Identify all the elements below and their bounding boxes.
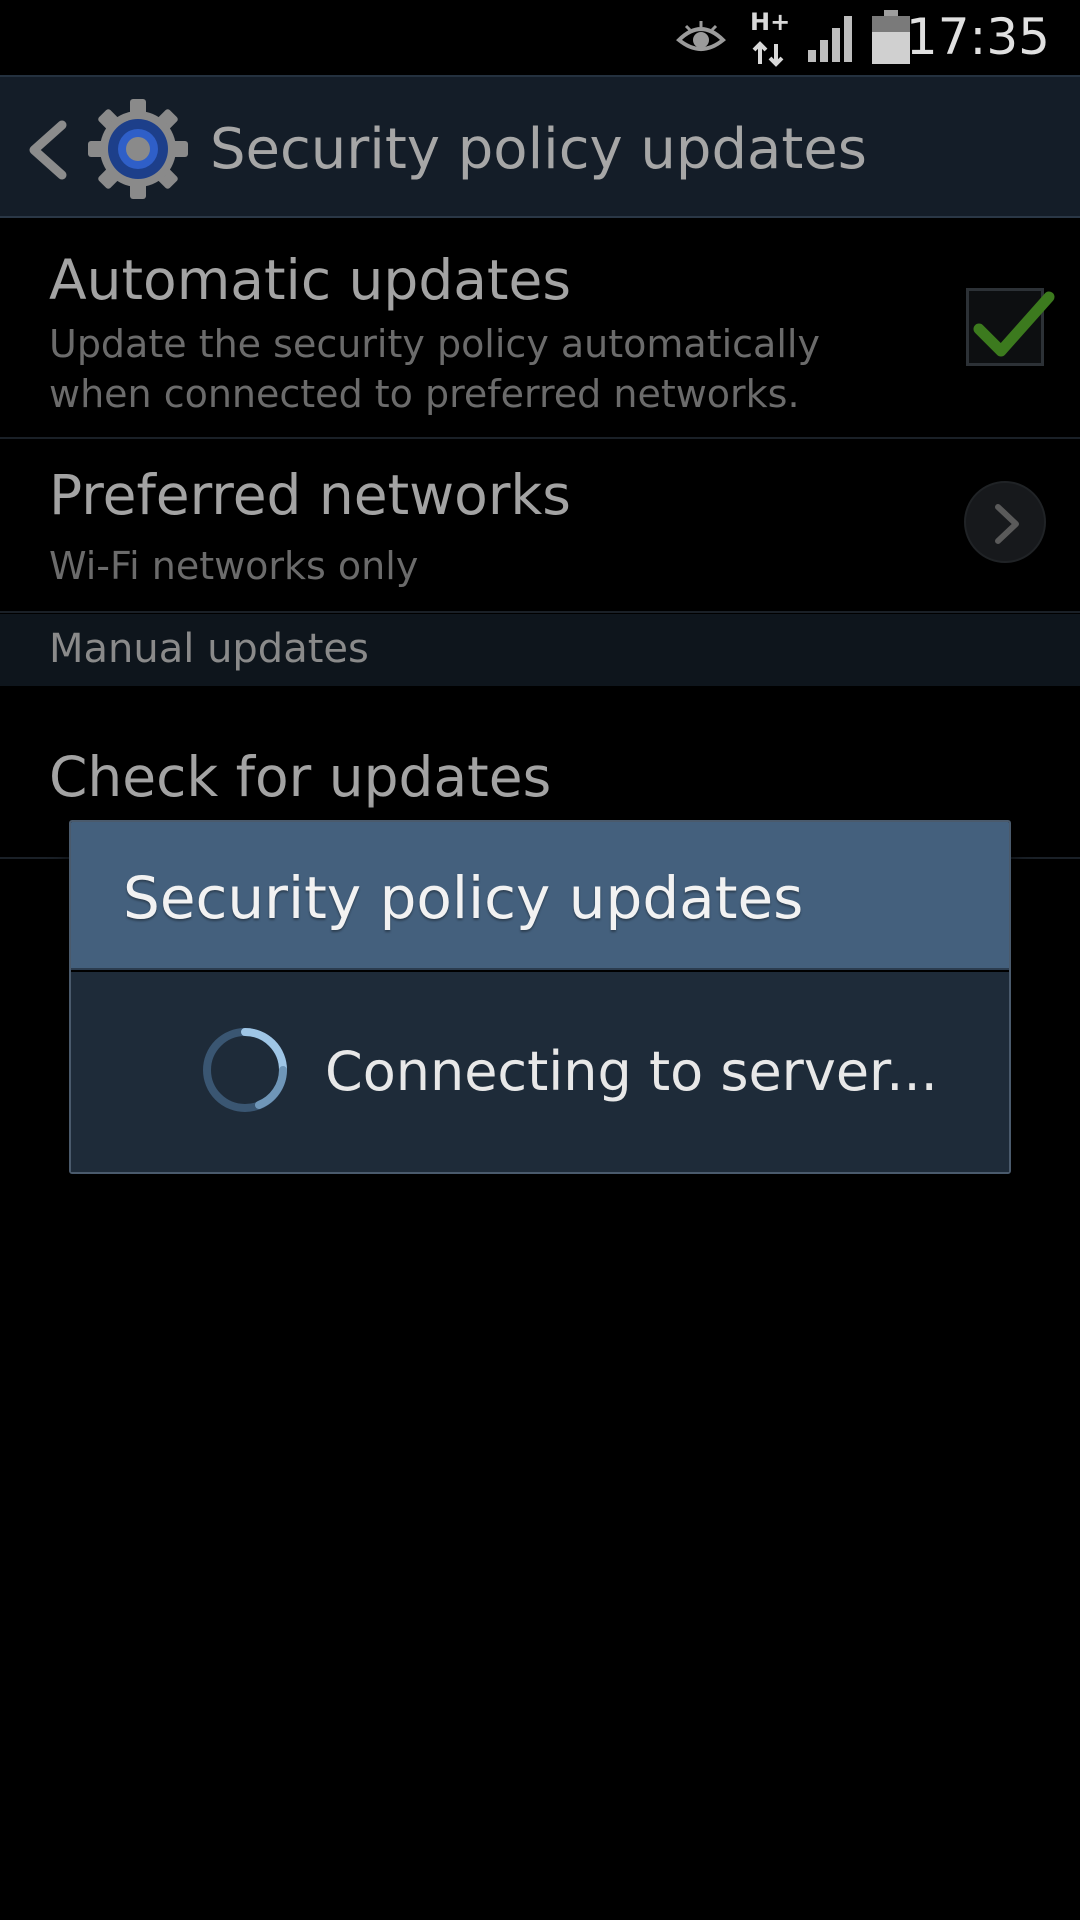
dialog-message: Connecting to server... [325,1040,938,1103]
preferred-networks-button[interactable] [964,481,1046,563]
section-header-manual-updates: Manual updates [0,614,1080,686]
loading-spinner-icon [199,1024,291,1116]
clock: 17:35 [905,8,1050,66]
status-bar: H+ 17:35 [0,0,1080,75]
chevron-right-icon [995,504,1019,544]
progress-dialog: Security policy updates Connecting to se… [69,820,1011,1174]
automatic-updates-title: Automatic updates [49,248,571,312]
eye-icon [676,18,726,62]
automatic-updates-checkbox[interactable] [966,288,1055,366]
back-button[interactable] [18,115,78,185]
automatic-updates-summary: Update the security policy automatically… [49,322,820,416]
preferred-networks-title: Preferred networks [49,463,571,527]
battery-icon [872,10,910,68]
dialog-body: Connecting to server... [71,972,1009,1172]
settings-gear-icon[interactable] [88,99,188,199]
automatic-updates-item[interactable]: Automatic updates Update the security po… [0,220,1080,439]
preferred-networks-item[interactable]: Preferred networks Wi-Fi networks only [0,441,1080,613]
check-for-updates-title: Check for updates [49,745,552,809]
checkmark-icon [973,291,1055,357]
section-header-label: Manual updates [49,626,369,672]
chevron-left-icon [29,120,67,180]
dialog-title: Security policy updates [123,864,804,932]
preferred-networks-summary: Wi-Fi networks only [49,544,419,588]
action-bar: Security policy updates [0,75,1080,218]
signal-icon [806,14,856,66]
page-title: Security policy updates [210,117,867,182]
dialog-header: Security policy updates [71,822,1009,970]
